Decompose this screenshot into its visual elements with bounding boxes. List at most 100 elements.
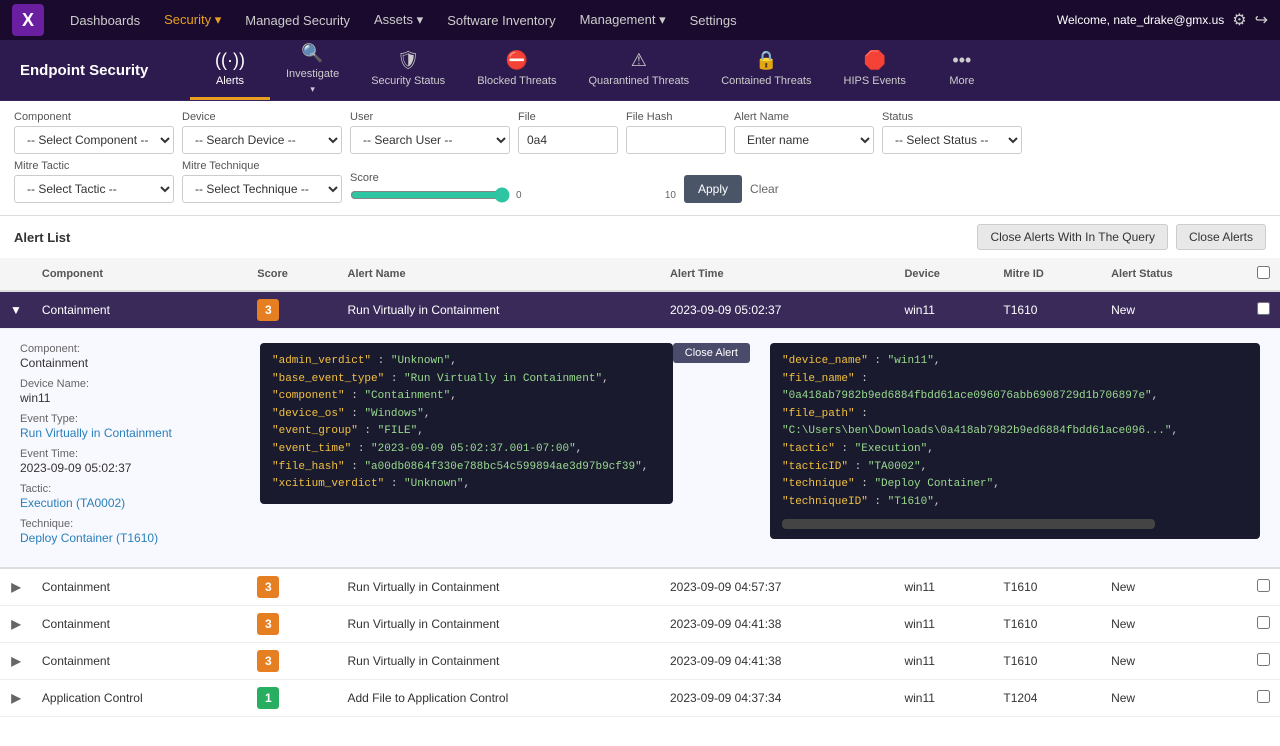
- alert-list-actions: Close Alerts With In The Query Close Ale…: [977, 224, 1266, 250]
- nav-assets[interactable]: Assets ▾: [364, 8, 433, 32]
- score-labels: 0 10: [516, 190, 676, 201]
- file-hash-input[interactable]: [626, 126, 726, 154]
- expand-icon[interactable]: ▶: [11, 580, 20, 594]
- apply-button[interactable]: Apply: [684, 175, 742, 203]
- gear-icon[interactable]: ⚙: [1232, 10, 1246, 30]
- detail-panel: Component: Containment Device Name: win1…: [0, 329, 1280, 567]
- alert-status-cell: New: [1101, 568, 1247, 606]
- expand-icon[interactable]: ▶: [11, 691, 20, 705]
- device-cell: win11: [894, 643, 993, 680]
- close-alert-button[interactable]: Close Alert: [673, 343, 750, 363]
- logout-icon[interactable]: ↪: [1255, 10, 1268, 30]
- top-nav-items: Dashboards Security ▾ Managed Security A…: [60, 8, 1057, 32]
- score-label: Score: [350, 172, 676, 184]
- device-select[interactable]: -- Search Device --: [182, 126, 342, 154]
- col-component: Component: [32, 258, 247, 291]
- expand-cell[interactable]: ▼: [0, 291, 32, 329]
- json-line: "base_event_type" : "Run Virtually in Co…: [272, 371, 661, 389]
- nav-software-inventory[interactable]: Software Inventory: [437, 9, 565, 32]
- close-alerts-button[interactable]: Close Alerts: [1176, 224, 1266, 250]
- mitre-id-cell: T1204: [993, 680, 1101, 717]
- row-checkbox[interactable]: [1257, 653, 1270, 666]
- investigate-icon: 🔍: [301, 43, 323, 64]
- col-mitre-id: Mitre ID: [993, 258, 1101, 291]
- col-expand: [0, 258, 32, 291]
- score-slider[interactable]: [350, 187, 510, 203]
- detail-json-right: "device_name" : "win11","file_name" : "0…: [770, 343, 1260, 539]
- nav-dashboards[interactable]: Dashboards: [60, 9, 150, 32]
- alert-table-container: Component Score Alert Name Alert Time De…: [0, 258, 1280, 746]
- table-header-row: Component Score Alert Name Alert Time De…: [0, 258, 1280, 291]
- nav-settings[interactable]: Settings: [680, 9, 747, 32]
- alerts-label: Alerts: [216, 75, 244, 87]
- alert-name-cell: Run Virtually in Containment: [338, 643, 660, 680]
- row-checkbox[interactable]: [1257, 302, 1270, 315]
- alert-name-select[interactable]: Enter name: [734, 126, 874, 154]
- nav-hips-events[interactable]: 🛑 HIPS Events: [828, 40, 922, 100]
- quarantined-threats-icon: ⚠: [631, 50, 647, 71]
- alert-name-cell: Add File to Application Control: [338, 680, 660, 717]
- nav-security[interactable]: Security ▾: [154, 8, 231, 32]
- expand-cell[interactable]: ▶: [0, 643, 32, 680]
- file-input[interactable]: [518, 126, 618, 154]
- row-checkbox[interactable]: [1257, 579, 1270, 592]
- row-checkbox[interactable]: [1257, 616, 1270, 629]
- json-line: "device_os" : "Windows",: [272, 406, 661, 424]
- score-cell: 1: [247, 680, 337, 717]
- component-cell: Application Control: [32, 680, 247, 717]
- chevron-down-icon: ▾: [659, 12, 666, 27]
- mitre-technique-label: Mitre Technique: [182, 160, 342, 172]
- detail-json-right-container: "device_name" : "win11","file_name" : "0…: [770, 343, 1260, 553]
- user-select[interactable]: -- Search User --: [350, 126, 510, 154]
- nav-blocked-threats[interactable]: ⛔ Blocked Threats: [461, 40, 572, 100]
- mitre-tactic-select[interactable]: -- Select Tactic --: [14, 175, 174, 203]
- close-alerts-query-button[interactable]: Close Alerts With In The Query: [977, 224, 1168, 250]
- contained-threats-icon: 🔒: [755, 50, 777, 71]
- status-select[interactable]: -- Select Status --: [882, 126, 1022, 154]
- nav-contained-threats[interactable]: 🔒 Contained Threats: [705, 40, 827, 100]
- json-line: "device_name" : "win11",: [782, 353, 1248, 371]
- component-filter: Component -- Select Component --: [14, 111, 174, 154]
- expand-cell[interactable]: ▶: [0, 606, 32, 643]
- chevron-down-icon: ▾: [215, 12, 222, 27]
- expand-cell[interactable]: ▶: [0, 568, 32, 606]
- select-all-checkbox[interactable]: [1257, 266, 1270, 279]
- nav-management[interactable]: Management ▾: [570, 8, 676, 32]
- col-alert-name: Alert Name: [338, 258, 660, 291]
- expand-icon[interactable]: ▶: [11, 617, 20, 631]
- nav-managed-security[interactable]: Managed Security: [235, 9, 360, 32]
- score-cell: 3: [247, 643, 337, 680]
- device-cell: win11: [894, 291, 993, 329]
- clear-button[interactable]: Clear: [750, 175, 779, 203]
- component-select[interactable]: -- Select Component --: [14, 126, 174, 154]
- score-badge: 3: [257, 576, 279, 598]
- json-line: "admin_verdict" : "Unknown",: [272, 353, 661, 371]
- col-alert-time: Alert Time: [660, 258, 894, 291]
- expand-icon[interactable]: ▶: [11, 654, 20, 668]
- alert-name-cell: Run Virtually in Containment: [338, 291, 660, 329]
- mitre-technique-select[interactable]: -- Select Technique --: [182, 175, 342, 203]
- col-alert-status: Alert Status: [1101, 258, 1247, 291]
- row-checkbox[interactable]: [1257, 690, 1270, 703]
- logo[interactable]: X: [12, 4, 44, 36]
- nav-investigate[interactable]: 🔍 Investigate ▾: [270, 40, 355, 100]
- more-icon: •••: [952, 50, 971, 71]
- nav-alerts[interactable]: ((·)) Alerts: [190, 40, 270, 100]
- nav-security-status[interactable]: 🛡 Security Status: [355, 40, 461, 100]
- alert-name-cell: Run Virtually in Containment: [338, 606, 660, 643]
- score-badge: 3: [257, 650, 279, 672]
- nav-more[interactable]: ••• More: [922, 40, 1002, 100]
- quarantined-threats-label: Quarantined Threats: [588, 75, 689, 87]
- detail-left: Component: Containment Device Name: win1…: [20, 343, 240, 553]
- nav-quarantined-threats[interactable]: ⚠ Quarantined Threats: [572, 40, 705, 100]
- file-hash-filter: File Hash: [626, 111, 726, 154]
- security-status-label: Security Status: [371, 75, 445, 87]
- alert-list-header: Alert List Close Alerts With In The Quer…: [0, 216, 1280, 258]
- detail-json-left: "admin_verdict" : "Unknown","base_event_…: [260, 343, 673, 504]
- row-checkbox-cell: [1247, 680, 1280, 717]
- expand-icon[interactable]: ▼: [10, 303, 22, 317]
- table-row: ▶ Containment 3 Run Virtually in Contain…: [0, 606, 1280, 643]
- json-line: "tacticID" : "TA0002",: [782, 459, 1248, 477]
- detail-event-type: Event Type: Run Virtually in Containment: [20, 413, 240, 440]
- expand-cell[interactable]: ▶: [0, 680, 32, 717]
